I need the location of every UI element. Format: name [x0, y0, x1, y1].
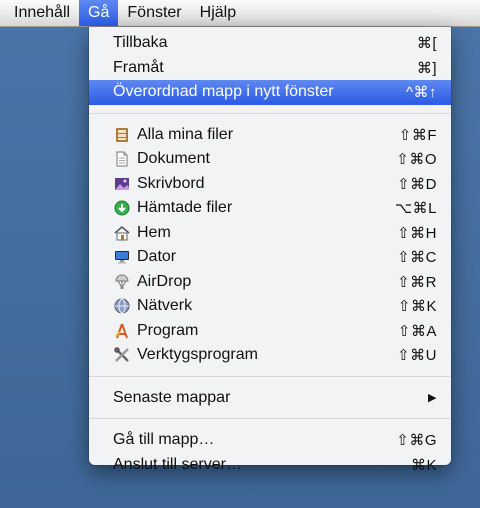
- menu-item-label: Dokument: [137, 150, 210, 168]
- menu-item-go-to-folder[interactable]: Gå till mapp… ⇧⌘G: [89, 428, 451, 453]
- menu-item-shortcut: ⇧⌘U: [397, 347, 437, 365]
- menu-separator: [89, 112, 451, 114]
- menu-item-shortcut: ⇧⌘G: [396, 432, 437, 450]
- go-menu-dropdown: Tillbaka ⌘[ Framåt ⌘] Överordnad mapp i …: [89, 27, 451, 474]
- menu-item-label: Hem: [137, 223, 171, 241]
- menu-item-connect-to-server[interactable]: Anslut till server… ⌘K: [89, 453, 451, 478]
- menu-item-forward[interactable]: Framåt ⌘]: [89, 56, 451, 81]
- menu-fonster[interactable]: Fönster: [118, 0, 190, 26]
- menu-item-shortcut: ⇧⌘A: [397, 322, 437, 340]
- desktop-icon: [113, 175, 131, 193]
- menu-item-shortcut: ⇧⌘R: [397, 273, 437, 291]
- menu-item-label: Alla mina filer: [137, 125, 234, 143]
- menu-item-back[interactable]: Tillbaka ⌘[: [89, 31, 451, 56]
- menu-item-shortcut: ⇧⌘H: [397, 224, 437, 242]
- menu-item-label: Nätverk: [137, 297, 193, 315]
- network-icon: [113, 297, 131, 315]
- menu-item-shortcut: ^⌘↑: [405, 84, 437, 102]
- utilities-icon: [113, 346, 131, 364]
- menu-item-label: Dator: [137, 248, 177, 266]
- menu-item-shortcut: ⌥⌘L: [394, 200, 437, 218]
- menu-item-label: Senaste mappar: [113, 388, 231, 406]
- airdrop-icon: [113, 273, 131, 291]
- menu-item-computer[interactable]: Dator ⇧⌘C: [89, 245, 451, 270]
- menu-item-shortcut: ⇧⌘K: [397, 298, 437, 316]
- menu-item-desktop[interactable]: Skrivbord ⇧⌘D: [89, 172, 451, 197]
- menu-item-shortcut: ⇧⌘F: [398, 126, 437, 144]
- menu-item-shortcut: ⇧⌘O: [396, 151, 437, 169]
- menu-item-shortcut: ⌘[: [416, 35, 437, 53]
- menu-item-downloads[interactable]: Hämtade filer ⌥⌘L: [89, 196, 451, 221]
- menu-item-utilities[interactable]: Verktygsprogram ⇧⌘U: [89, 343, 451, 368]
- menu-ga[interactable]: Gå: [79, 0, 119, 26]
- menu-item-shortcut: ⇧⌘C: [397, 249, 437, 267]
- document-icon: [113, 150, 131, 168]
- menu-item-label: Verktygsprogram: [137, 346, 258, 364]
- menu-item-label: AirDrop: [137, 272, 192, 290]
- menu-item-airdrop[interactable]: AirDrop ⇧⌘R: [89, 270, 451, 295]
- home-icon: [113, 224, 131, 242]
- download-icon: [113, 199, 131, 217]
- menu-item-network[interactable]: Nätverk ⇧⌘K: [89, 294, 451, 319]
- menu-bar: Innehåll Gå Fönster Hjälp: [0, 0, 480, 27]
- computer-icon: [113, 248, 131, 266]
- menu-item-recent-folders[interactable]: Senaste mappar ▶: [89, 386, 451, 411]
- menu-innehall[interactable]: Innehåll: [0, 0, 79, 26]
- menu-item-label: Överordnad mapp i nytt fönster: [113, 83, 334, 101]
- menu-hjalp[interactable]: Hjälp: [191, 0, 245, 26]
- menu-item-applications[interactable]: Program ⇧⌘A: [89, 319, 451, 344]
- menu-item-documents[interactable]: Dokument ⇧⌘O: [89, 147, 451, 172]
- menu-item-label: Gå till mapp…: [113, 431, 215, 449]
- applications-icon: [113, 322, 131, 340]
- submenu-arrow-icon: ▶: [428, 392, 437, 405]
- menu-item-enclosing-folder-new-window[interactable]: Överordnad mapp i nytt fönster ^⌘↑: [89, 80, 451, 105]
- menu-item-shortcut: ⇧⌘D: [397, 175, 437, 193]
- menu-item-label: Anslut till server…: [113, 455, 242, 473]
- menu-separator: [89, 375, 451, 377]
- menu-item-label: Tillbaka: [113, 34, 168, 52]
- menu-item-label: Hämtade filer: [137, 199, 233, 217]
- menu-item-label: Framåt: [113, 58, 164, 76]
- menu-item-shortcut: ⌘]: [416, 59, 437, 77]
- all-my-files-icon: [113, 126, 131, 144]
- menu-item-all-my-files[interactable]: Alla mina filer ⇧⌘F: [89, 123, 451, 148]
- menu-item-label: Program: [137, 321, 199, 339]
- menu-item-label: Skrivbord: [137, 174, 205, 192]
- menu-separator: [89, 418, 451, 419]
- menu-item-home[interactable]: Hem ⇧⌘H: [89, 221, 451, 246]
- menu-item-shortcut: ⌘K: [410, 456, 437, 474]
